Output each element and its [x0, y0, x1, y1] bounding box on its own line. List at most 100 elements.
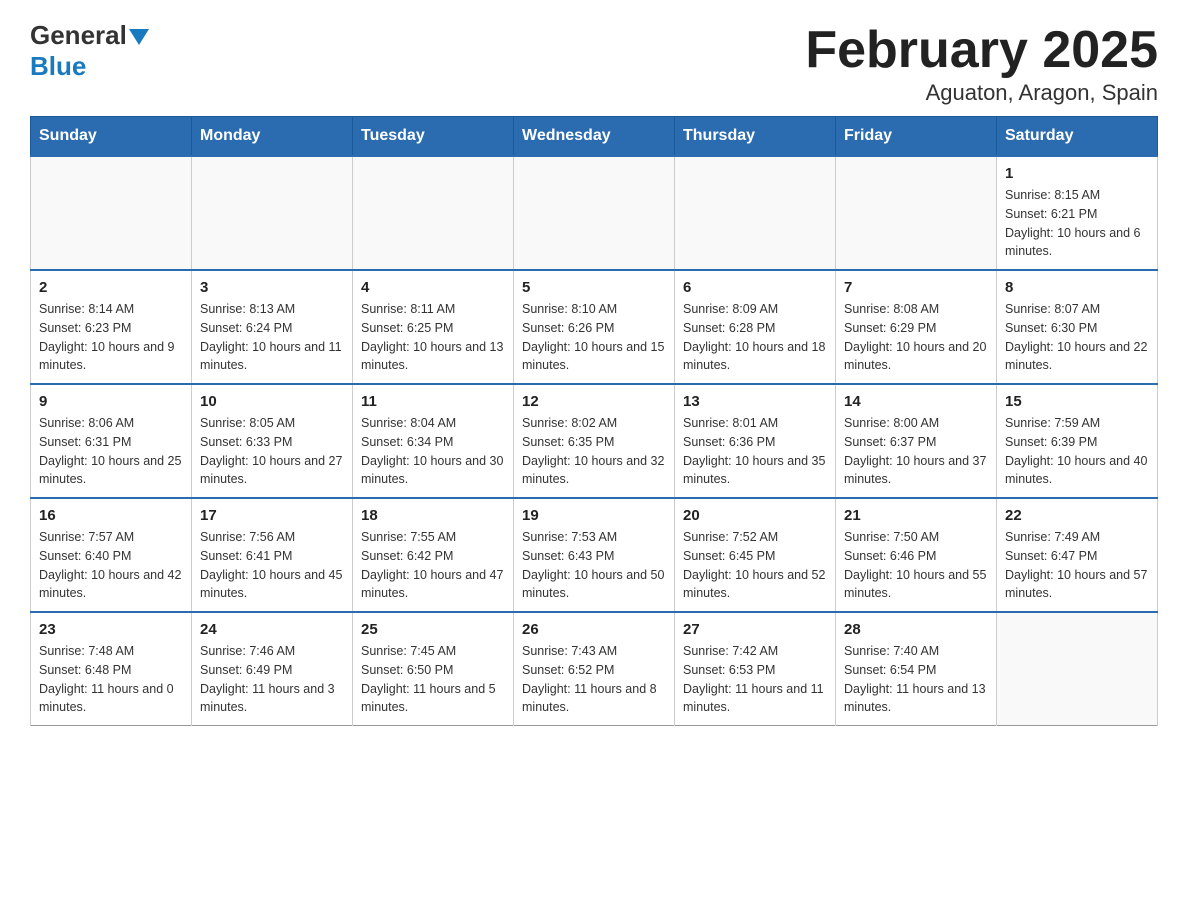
- day-info: Sunrise: 8:00 AMSunset: 6:37 PMDaylight:…: [844, 414, 988, 489]
- day-number: 28: [844, 621, 988, 638]
- day-number: 9: [39, 393, 183, 410]
- day-number: 11: [361, 393, 505, 410]
- day-info: Sunrise: 8:14 AMSunset: 6:23 PMDaylight:…: [39, 300, 183, 375]
- day-number: 8: [1005, 279, 1149, 296]
- day-info: Sunrise: 7:52 AMSunset: 6:45 PMDaylight:…: [683, 528, 827, 603]
- calendar-cell: 4 Sunrise: 8:11 AMSunset: 6:25 PMDaylight…: [353, 270, 514, 384]
- weekday-header-tuesday: Tuesday: [353, 117, 514, 157]
- calendar-cell: [675, 156, 836, 270]
- calendar-cell: 6 Sunrise: 8:09 AMSunset: 6:28 PMDaylight…: [675, 270, 836, 384]
- day-number: 14: [844, 393, 988, 410]
- logo-arrow-icon: [129, 27, 149, 47]
- calendar-cell: 11 Sunrise: 8:04 AMSunset: 6:34 PMDayligh…: [353, 384, 514, 498]
- page-title: February 2025: [805, 20, 1158, 80]
- day-number: 10: [200, 393, 344, 410]
- calendar-week-row: 23Sunrise: 7:48 AMSunset: 6:48 PMDayligh…: [31, 612, 1158, 726]
- calendar-week-row: 9Sunrise: 8:06 AMSunset: 6:31 PMDaylight…: [31, 384, 1158, 498]
- calendar-cell: 18 Sunrise: 7:55 AMSunset: 6:42 PMDayligh…: [353, 498, 514, 612]
- day-info: Sunrise: 8:09 AMSunset: 6:28 PMDaylight:…: [683, 300, 827, 375]
- calendar-cell: [997, 612, 1158, 726]
- day-info: Sunrise: 8:13 AMSunset: 6:24 PMDaylight:…: [200, 300, 344, 375]
- day-info: Sunrise: 7:42 AMSunset: 6:53 PMDaylight:…: [683, 642, 827, 717]
- calendar-cell: 24 Sunrise: 7:46 AMSunset: 6:49 PMDayligh…: [192, 612, 353, 726]
- calendar-cell: 23Sunrise: 7:48 AMSunset: 6:48 PMDayligh…: [31, 612, 192, 726]
- day-number: 24: [200, 621, 344, 638]
- day-info: Sunrise: 8:08 AMSunset: 6:29 PMDaylight:…: [844, 300, 988, 375]
- day-number: 16: [39, 507, 183, 524]
- calendar-cell: 14 Sunrise: 8:00 AMSunset: 6:37 PMDayligh…: [836, 384, 997, 498]
- day-number: 12: [522, 393, 666, 410]
- calendar-cell: 19Sunrise: 7:53 AMSunset: 6:43 PMDayligh…: [514, 498, 675, 612]
- calendar-cell: 20 Sunrise: 7:52 AMSunset: 6:45 PMDayligh…: [675, 498, 836, 612]
- day-info: Sunrise: 8:15 AMSunset: 6:21 PMDaylight:…: [1005, 186, 1149, 261]
- calendar-cell: 13Sunrise: 8:01 AMSunset: 6:36 PMDayligh…: [675, 384, 836, 498]
- day-number: 21: [844, 507, 988, 524]
- calendar-week-row: 1 Sunrise: 8:15 AMSunset: 6:21 PMDaylight…: [31, 156, 1158, 270]
- day-info: Sunrise: 7:46 AMSunset: 6:49 PMDaylight:…: [200, 642, 344, 717]
- calendar-week-row: 2 Sunrise: 8:14 AMSunset: 6:23 PMDaylight…: [31, 270, 1158, 384]
- day-number: 18: [361, 507, 505, 524]
- day-info: Sunrise: 7:45 AMSunset: 6:50 PMDaylight:…: [361, 642, 505, 717]
- calendar-cell: [514, 156, 675, 270]
- calendar-cell: 28 Sunrise: 7:40 AMSunset: 6:54 PMDayligh…: [836, 612, 997, 726]
- day-number: 25: [361, 621, 505, 638]
- day-number: 17: [200, 507, 344, 524]
- calendar-cell: 5 Sunrise: 8:10 AMSunset: 6:26 PMDaylight…: [514, 270, 675, 384]
- day-number: 23: [39, 621, 183, 638]
- day-info: Sunrise: 7:57 AMSunset: 6:40 PMDaylight:…: [39, 528, 183, 603]
- weekday-header-monday: Monday: [192, 117, 353, 157]
- calendar-cell: 16 Sunrise: 7:57 AMSunset: 6:40 PMDayligh…: [31, 498, 192, 612]
- calendar-cell: 10 Sunrise: 8:05 AMSunset: 6:33 PMDayligh…: [192, 384, 353, 498]
- day-number: 26: [522, 621, 666, 638]
- weekday-header-friday: Friday: [836, 117, 997, 157]
- calendar-cell: 17 Sunrise: 7:56 AMSunset: 6:41 PMDayligh…: [192, 498, 353, 612]
- title-block: February 2025 Aguaton, Aragon, Spain: [805, 20, 1158, 106]
- day-info: Sunrise: 8:11 AMSunset: 6:25 PMDaylight:…: [361, 300, 505, 375]
- calendar-cell: 21 Sunrise: 7:50 AMSunset: 6:46 PMDayligh…: [836, 498, 997, 612]
- day-number: 20: [683, 507, 827, 524]
- calendar-header-row: SundayMondayTuesdayWednesdayThursdayFrid…: [31, 117, 1158, 157]
- weekday-header-saturday: Saturday: [997, 117, 1158, 157]
- weekday-header-sunday: Sunday: [31, 117, 192, 157]
- calendar-cell: 1 Sunrise: 8:15 AMSunset: 6:21 PMDaylight…: [997, 156, 1158, 270]
- day-info: Sunrise: 7:49 AMSunset: 6:47 PMDaylight:…: [1005, 528, 1149, 603]
- weekday-header-wednesday: Wednesday: [514, 117, 675, 157]
- day-info: Sunrise: 7:55 AMSunset: 6:42 PMDaylight:…: [361, 528, 505, 603]
- day-number: 5: [522, 279, 666, 296]
- day-info: Sunrise: 7:59 AMSunset: 6:39 PMDaylight:…: [1005, 414, 1149, 489]
- day-number: 6: [683, 279, 827, 296]
- day-info: Sunrise: 8:05 AMSunset: 6:33 PMDaylight:…: [200, 414, 344, 489]
- day-number: 7: [844, 279, 988, 296]
- day-info: Sunrise: 8:01 AMSunset: 6:36 PMDaylight:…: [683, 414, 827, 489]
- calendar-cell: 7 Sunrise: 8:08 AMSunset: 6:29 PMDaylight…: [836, 270, 997, 384]
- logo: General Blue: [30, 20, 149, 82]
- calendar-cell: [31, 156, 192, 270]
- day-number: 2: [39, 279, 183, 296]
- calendar-cell: 3 Sunrise: 8:13 AMSunset: 6:24 PMDaylight…: [192, 270, 353, 384]
- day-info: Sunrise: 8:04 AMSunset: 6:34 PMDaylight:…: [361, 414, 505, 489]
- day-info: Sunrise: 8:07 AMSunset: 6:30 PMDaylight:…: [1005, 300, 1149, 375]
- calendar-cell: 8 Sunrise: 8:07 AMSunset: 6:30 PMDaylight…: [997, 270, 1158, 384]
- logo-general-text: General: [30, 20, 127, 51]
- day-info: Sunrise: 7:50 AMSunset: 6:46 PMDaylight:…: [844, 528, 988, 603]
- day-info: Sunrise: 7:43 AMSunset: 6:52 PMDaylight:…: [522, 642, 666, 717]
- calendar-cell: 15 Sunrise: 7:59 AMSunset: 6:39 PMDayligh…: [997, 384, 1158, 498]
- logo-blue-text: Blue: [30, 51, 86, 81]
- day-info: Sunrise: 8:10 AMSunset: 6:26 PMDaylight:…: [522, 300, 666, 375]
- page-header: General Blue February 2025 Aguaton, Arag…: [30, 20, 1158, 106]
- day-info: Sunrise: 8:02 AMSunset: 6:35 PMDaylight:…: [522, 414, 666, 489]
- calendar-cell: [836, 156, 997, 270]
- day-number: 4: [361, 279, 505, 296]
- day-info: Sunrise: 7:53 AMSunset: 6:43 PMDaylight:…: [522, 528, 666, 603]
- day-number: 3: [200, 279, 344, 296]
- day-number: 1: [1005, 165, 1149, 182]
- page-subtitle: Aguaton, Aragon, Spain: [805, 80, 1158, 106]
- calendar-table: SundayMondayTuesdayWednesdayThursdayFrid…: [30, 116, 1158, 726]
- day-info: Sunrise: 7:40 AMSunset: 6:54 PMDaylight:…: [844, 642, 988, 717]
- calendar-cell: 25 Sunrise: 7:45 AMSunset: 6:50 PMDayligh…: [353, 612, 514, 726]
- day-info: Sunrise: 7:56 AMSunset: 6:41 PMDaylight:…: [200, 528, 344, 603]
- calendar-cell: 22 Sunrise: 7:49 AMSunset: 6:47 PMDayligh…: [997, 498, 1158, 612]
- calendar-cell: 26 Sunrise: 7:43 AMSunset: 6:52 PMDayligh…: [514, 612, 675, 726]
- day-number: 22: [1005, 507, 1149, 524]
- day-number: 15: [1005, 393, 1149, 410]
